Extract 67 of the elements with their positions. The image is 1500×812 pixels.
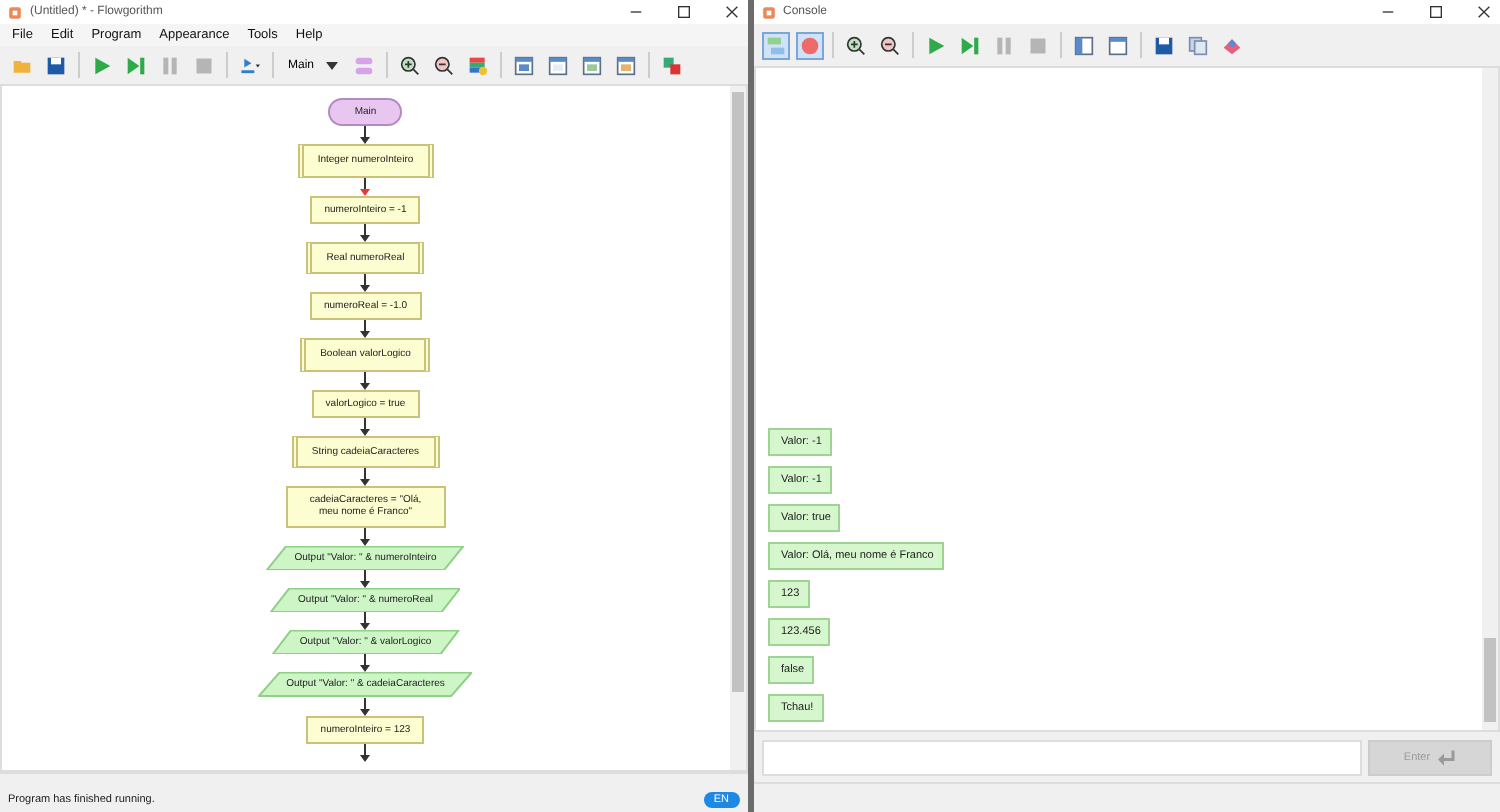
squares-icon xyxy=(662,55,683,75)
layout-window-button[interactable] xyxy=(1069,31,1097,59)
vertical-scrollbar[interactable] xyxy=(1482,68,1498,730)
connector-arrow xyxy=(360,468,371,486)
connector-arrow xyxy=(360,371,371,389)
step-icon xyxy=(959,35,979,55)
stop-icon xyxy=(1027,35,1047,55)
zoom-in-icon xyxy=(845,35,865,55)
app-logo-icon xyxy=(8,5,22,19)
connector-arrow xyxy=(360,274,371,292)
connector-arrow xyxy=(360,126,371,145)
vertical-scrollbar[interactable] xyxy=(729,86,745,770)
window-icon xyxy=(548,55,569,75)
zoom-out-icon xyxy=(434,55,455,75)
window-icon xyxy=(514,55,535,75)
palette-icon xyxy=(468,55,489,75)
connector-arrow xyxy=(360,612,371,630)
window-icon xyxy=(1073,35,1093,55)
variables-window-button[interactable] xyxy=(1103,31,1131,59)
maximize-icon[interactable] xyxy=(675,4,691,20)
pause-icon xyxy=(160,55,180,75)
app-logo-icon xyxy=(761,5,775,19)
folder-icon xyxy=(12,55,32,75)
shapes-icon xyxy=(354,55,375,75)
close-icon[interactable] xyxy=(1476,4,1492,20)
chat-bubbles-icon xyxy=(765,35,785,55)
variables-window-button[interactable] xyxy=(544,51,573,79)
zoom-out-icon xyxy=(879,35,899,55)
window-icon xyxy=(582,55,603,75)
input-field[interactable] xyxy=(761,739,1362,775)
connector-arrow xyxy=(360,417,371,436)
run-icon xyxy=(925,35,945,55)
chat-view-button[interactable] xyxy=(761,31,789,59)
window-icon xyxy=(1107,35,1127,55)
connector-arrow xyxy=(360,177,371,195)
run-icon xyxy=(92,55,112,75)
save-icon xyxy=(1153,35,1173,55)
step-icon xyxy=(126,55,146,75)
connector-arrow xyxy=(360,527,371,545)
record-button[interactable] xyxy=(795,31,823,59)
copy-button[interactable] xyxy=(1183,31,1211,59)
return-arrow-icon xyxy=(1438,749,1457,765)
close-icon[interactable] xyxy=(723,4,739,20)
chart-window-button[interactable] xyxy=(578,51,607,79)
caret-icon xyxy=(326,61,339,69)
zoom-in-icon xyxy=(400,55,421,75)
eraser-icon xyxy=(1221,35,1241,55)
play-layout-icon xyxy=(240,55,260,75)
connector-arrow xyxy=(360,743,371,762)
save-icon xyxy=(46,55,66,75)
connector-arrow xyxy=(360,223,371,242)
connector-arrow xyxy=(360,654,371,673)
zoom-out-button[interactable] xyxy=(875,31,903,59)
connector-arrow xyxy=(360,697,371,715)
connector-arrow xyxy=(360,320,371,339)
zoom-in-button[interactable] xyxy=(396,51,425,79)
pause-icon xyxy=(993,35,1013,55)
zoom-in-button[interactable] xyxy=(841,31,869,59)
stop-icon xyxy=(194,55,214,75)
layout-window-button[interactable] xyxy=(510,51,539,79)
circle-icon xyxy=(799,35,819,55)
zoom-out-button[interactable] xyxy=(430,51,459,79)
maximize-icon[interactable] xyxy=(1428,4,1444,20)
source-window-button[interactable] xyxy=(612,51,641,79)
copy-icon xyxy=(1187,35,1207,55)
connector-arrow xyxy=(360,569,371,588)
window-icon xyxy=(616,55,637,75)
